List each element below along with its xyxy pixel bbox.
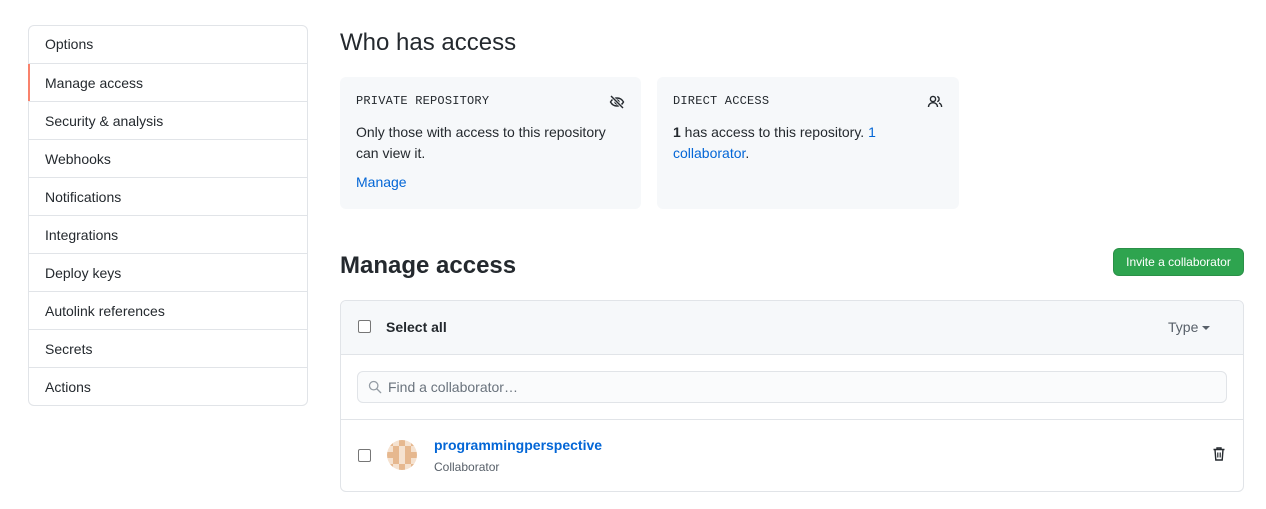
- collaborators-header: Select all Type: [341, 301, 1243, 355]
- avatar-cell: [411, 464, 417, 470]
- direct-access-count: 1: [673, 124, 681, 140]
- sidebar-item-manage-access[interactable]: Manage access: [28, 63, 307, 101]
- eye-closed-icon: [609, 94, 625, 110]
- find-collaborator-input[interactable]: [388, 372, 1218, 402]
- sidebar-item-webhooks[interactable]: Webhooks: [29, 139, 307, 177]
- settings-sidebar: Options Manage access Security & analysi…: [28, 25, 308, 406]
- sidebar-item-secrets[interactable]: Secrets: [29, 329, 307, 367]
- sidebar-item-notifications[interactable]: Notifications: [29, 177, 307, 215]
- sidebar-item-options[interactable]: Options: [29, 26, 307, 63]
- direct-access-suffix: .: [745, 145, 750, 161]
- select-all-checkbox[interactable]: [358, 320, 371, 333]
- search-field-wrapper: [357, 371, 1227, 403]
- collaborator-checkbox[interactable]: [358, 449, 371, 462]
- private-card-title: Private repository: [356, 94, 490, 108]
- sidebar-item-security-analysis[interactable]: Security & analysis: [29, 101, 307, 139]
- select-all-label[interactable]: Select all: [386, 319, 447, 335]
- sidebar-item-integrations[interactable]: Integrations: [29, 215, 307, 253]
- people-icon: [927, 95, 943, 108]
- direct-card-title: Direct access: [673, 94, 770, 108]
- search-icon: [368, 380, 382, 394]
- trash-icon[interactable]: [1211, 446, 1227, 462]
- sidebar-item-deploy-keys[interactable]: Deploy keys: [29, 253, 307, 291]
- sidebar-item-actions[interactable]: Actions: [29, 367, 307, 405]
- type-filter-label: Type: [1168, 319, 1199, 335]
- direct-access-card: Direct access 1 has access to this repos…: [657, 77, 959, 209]
- collaborators-box: Select all Type programmingperspective C…: [340, 300, 1244, 492]
- private-card-text: Only those with access to this repositor…: [356, 124, 606, 161]
- private-repository-card: Private repository Only those with acces…: [340, 77, 641, 209]
- type-filter-dropdown[interactable]: Type: [1168, 319, 1211, 335]
- sidebar-item-autolink-references[interactable]: Autolink references: [29, 291, 307, 329]
- collaborator-row: programmingperspective Collaborator: [341, 420, 1243, 490]
- manage-link[interactable]: Manage: [356, 174, 407, 190]
- collaborator-name-link[interactable]: programmingperspective: [434, 437, 602, 453]
- direct-card-text: 1 has access to this repository. 1 colla…: [673, 122, 943, 164]
- caret-down-icon: [1202, 326, 1211, 331]
- search-row: [341, 355, 1243, 420]
- collaborator-role: Collaborator: [434, 460, 500, 474]
- who-has-access-heading: Who has access: [340, 29, 517, 56]
- avatar[interactable]: [387, 440, 417, 470]
- manage-access-heading: Manage access: [340, 252, 517, 279]
- invite-collaborator-button[interactable]: Invite a collaborator: [1113, 248, 1244, 276]
- direct-access-description: has access to this repository.: [680, 124, 869, 140]
